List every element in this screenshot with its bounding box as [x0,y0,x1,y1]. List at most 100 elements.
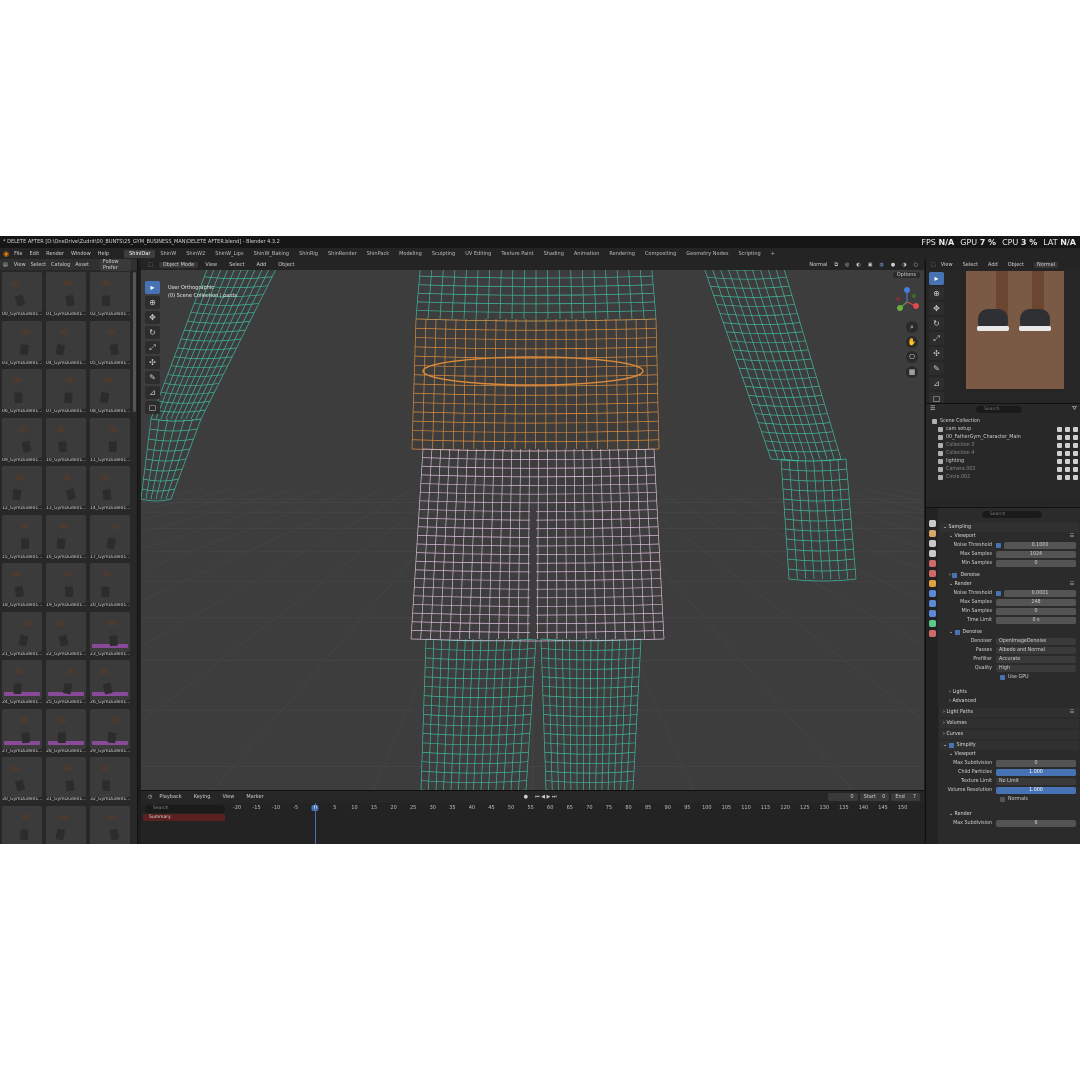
current-frame-field[interactable]: 0 [827,793,858,801]
tab-workspace[interactable]: ShinRig [294,250,323,258]
tab-workspace[interactable]: ShinRender [323,250,362,258]
playback-controls-icon[interactable]: ⏮ ◀ ▶ ⏭ [535,794,556,800]
rotate-icon[interactable]: ↻ [929,317,944,330]
exclude-checkbox-icon[interactable] [1057,434,1062,440]
menu-edit[interactable]: Edit [29,251,39,257]
render-tab-icon[interactable] [928,530,936,537]
asset-item[interactable]: 26_GymDude01... [90,660,132,709]
measure-icon[interactable]: ⊿ [145,386,160,399]
tab-workspace[interactable]: Sculpting [427,250,460,258]
viewport-menu-view[interactable]: View [205,262,217,268]
exclude-checkbox-icon[interactable] [1057,466,1062,472]
outliner-row[interactable]: Collection 3 [932,441,1078,449]
asset-scrollbar[interactable] [133,272,136,412]
tab-workspace[interactable]: ShinW2 [181,250,210,258]
menu-render[interactable]: Render [46,251,64,257]
asset-item[interactable]: 30_GymDude01... [2,757,44,806]
asset-item[interactable]: 29_GymDude01... [90,708,132,758]
denoise-checkbox[interactable] [954,630,960,635]
add-cube-icon[interactable]: ▢ [145,401,160,414]
eye-icon[interactable] [1065,474,1070,480]
asset-thumbnail[interactable] [46,708,86,749]
asset-thumbnail[interactable] [46,369,86,409]
menu-file[interactable]: File [14,251,22,257]
asset-thumbnail[interactable] [46,272,86,312]
frame-ruler[interactable]: -20-15-10-505101520253035404550556065707… [229,803,924,813]
asset-thumbnail[interactable] [90,417,130,458]
render-max-samples[interactable]: Max Samples 248 [940,598,1079,607]
curves-panel[interactable]: › Curves [940,730,1079,739]
tab-workspace[interactable]: ShiniDar [124,249,156,258]
tab-workspace[interactable]: ShinW [155,250,181,258]
tab-workspace[interactable]: Animation [569,250,605,258]
asset-item[interactable]: 15_GymDude01... [2,514,44,564]
min-samples-field[interactable]: 0 [996,560,1076,567]
asset-item[interactable]: 01_GymDude01... [46,272,88,321]
camera-view-icon[interactable]: ⎔ [906,351,918,363]
transform-icon[interactable]: ✣ [929,347,944,360]
render-max-subdivision[interactable]: Max Subdivision 6 [940,819,1079,828]
asset-item[interactable]: 16_GymDude01... [46,514,88,564]
asset-thumbnail[interactable] [46,514,86,555]
asset-item[interactable]: 11_GymDude01... [90,417,132,467]
outliner-row[interactable]: Camera.002 [932,465,1078,473]
material-tab-icon[interactable] [928,630,936,637]
asset-thumbnail[interactable] [90,708,130,749]
annotate-icon[interactable]: ✎ [929,362,944,375]
viewport-min-samples[interactable]: Min Samples 0 [940,559,1079,568]
noise-threshold-checkbox[interactable] [996,543,1001,548]
exclude-checkbox-icon[interactable] [1057,474,1062,480]
view-layer-tab-icon[interactable] [928,550,936,557]
asset-item[interactable]: 03_GymDude01... [2,320,44,370]
tab-workspace[interactable]: ShinW_Lips [210,250,248,258]
asset-menu-view[interactable]: View [14,262,26,268]
noise-threshold-field[interactable]: 0.0001 [1004,590,1076,597]
viewport-noise-threshold[interactable]: Noise Threshold 0.1000 [940,541,1079,550]
orientation-dropdown[interactable]: Normal [809,262,827,268]
asset-item[interactable] [90,805,132,844]
timeline-menu-view[interactable]: View [222,794,234,800]
volume-resolution-row[interactable]: Volume Resolution 1.000 [940,786,1079,795]
toggle-perspective-icon[interactable]: ▦ [906,366,918,378]
render-noise-threshold[interactable]: Noise Threshold 0.0001 [940,589,1079,598]
tab-workspace[interactable]: + [766,250,780,258]
max-samples-field[interactable]: 1024 [996,551,1076,558]
viewport-subpanel[interactable]: ⌄ Viewport ☷ [940,532,1079,541]
outliner-type-icon[interactable]: ☰ [930,405,935,412]
asset-thumbnail[interactable] [2,611,42,652]
asset-menu-select[interactable]: Select [31,262,46,268]
timeline-search-input[interactable]: Search [145,805,225,813]
asset-thumbnail[interactable] [90,563,130,603]
menu-window[interactable]: Window [71,251,91,257]
snap-icon[interactable]: ⧉ [834,262,838,268]
asset-thumbnail[interactable] [2,757,42,797]
use-gpu-row[interactable]: Use GPU [940,673,1079,682]
end-frame-field[interactable]: End 7 [891,793,920,801]
normals-row[interactable]: Normals [940,795,1079,804]
record-icon[interactable]: ● [524,794,528,800]
asset-item[interactable]: 04_GymDude01... [46,320,88,370]
simplify-render-subpanel[interactable]: ⌄ Render [940,810,1079,819]
presets-icon[interactable]: ☷ [1070,534,1074,539]
camera-render-icon[interactable] [1073,442,1078,448]
3d-viewport[interactable]: ⬚ Object Mode View Select Add Object Normal… [141,259,924,790]
outliner-search-input[interactable]: Search [976,406,1022,413]
object-tab-icon[interactable] [928,580,936,587]
use-gpu-checkbox[interactable] [1000,675,1005,680]
asset-item[interactable]: 27_GymDude01... [2,708,44,758]
asset-item[interactable]: 02_GymDude01... [90,272,132,321]
select-box-icon[interactable]: ▸ [145,281,160,294]
outliner-row[interactable]: lighting [932,457,1078,465]
modifier-tab-icon[interactable] [928,590,936,597]
asset-item[interactable]: 19_GymDude01... [46,563,88,612]
camera-render-icon[interactable] [1073,474,1078,480]
asset-thumbnail[interactable] [2,417,42,458]
tab-workspace[interactable]: Texture Paint [496,250,538,258]
presets-icon[interactable]: ☷ [1070,710,1074,715]
asset-thumbnail[interactable] [90,611,130,652]
camera-render-icon[interactable] [1073,458,1078,464]
scale-icon[interactable]: ⤢ [929,332,944,345]
menu-help[interactable]: Help [98,251,109,257]
eye-icon[interactable] [1065,466,1070,472]
advanced-subpanel[interactable]: › Advanced [940,697,1079,706]
